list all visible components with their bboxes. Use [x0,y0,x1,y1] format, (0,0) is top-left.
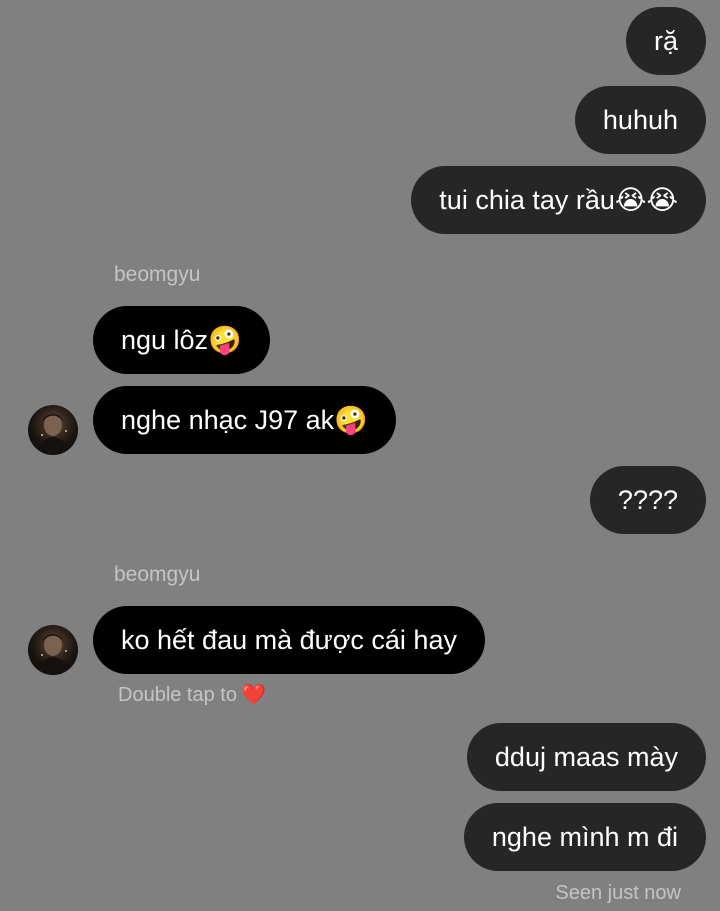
sent-message-bubble[interactable]: huhuh [574,86,706,154]
avatar[interactable] [28,625,78,675]
sent-message-bubble[interactable]: tui chia tay rầu😭😭 [411,166,706,234]
avatar-photo-icon [36,634,70,675]
seen-status: Seen just now [555,882,681,904]
sent-message-bubble[interactable]: nghe mình m đi [463,803,706,871]
heart-icon: ❤️ [240,684,266,706]
avatar[interactable] [28,405,78,455]
avatar-photo-icon [36,414,70,455]
received-message-bubble[interactable]: ko hết đau mà được cái hay [93,606,485,674]
double-tap-hint: Double tap to ❤️ [118,682,266,707]
sent-message-bubble[interactable]: rặ [625,7,706,75]
sender-name: beomgyu [114,563,201,586]
sent-message-bubble[interactable]: dduj maas mày [466,723,706,791]
sender-name: beomgyu [114,263,201,286]
sent-message-bubble[interactable]: ???? [589,466,706,534]
received-message-bubble[interactable]: nghe nhạc J97 ak🤪 [93,386,396,454]
received-message-bubble[interactable]: ngu lôz🤪 [93,306,270,374]
double-tap-hint-label: Double tap to [118,684,237,706]
